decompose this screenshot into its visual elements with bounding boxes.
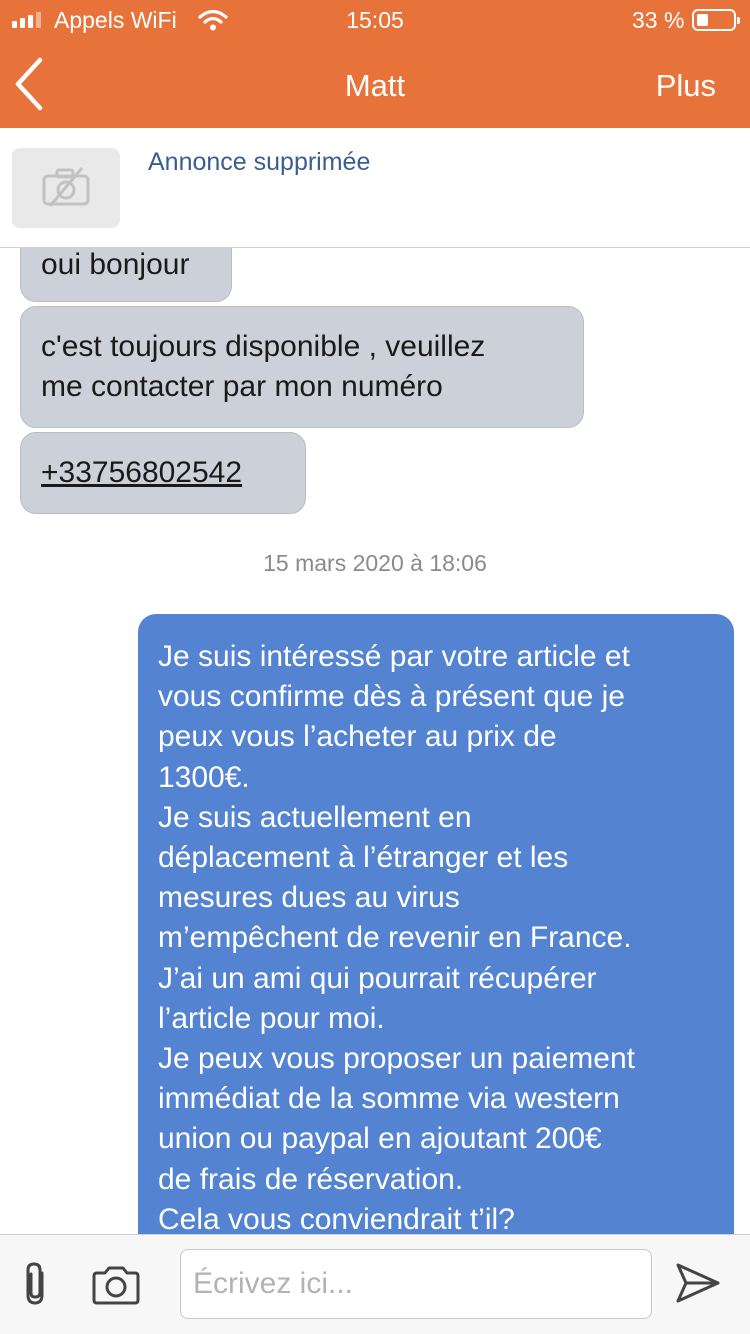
message-line: vous confirme dès à présent que je [158, 680, 625, 714]
battery-icon [692, 9, 740, 31]
paperclip-icon[interactable] [18, 1261, 54, 1312]
message-line: m’empêchent de revenir en France. [158, 921, 632, 955]
message-line: Je suis actuellement en [158, 800, 472, 834]
send-icon[interactable] [674, 1261, 722, 1310]
message-line: Je peux vous proposer un paiement [158, 1042, 635, 1076]
message-line: de frais de réservation. [158, 1162, 464, 1196]
ad-header[interactable]: Annonce supprimée [0, 128, 750, 248]
status-bar: Appels WiFi 15:05 33 % [0, 0, 750, 40]
message-input[interactable] [180, 1249, 652, 1319]
message-line: 1300€. [158, 760, 250, 794]
phone-number-link[interactable]: +33756802542 [41, 456, 242, 489]
message-text: c'est toujours disponible , veuillez [41, 330, 486, 363]
ad-title[interactable]: Annonce supprimée [148, 148, 370, 177]
message-line: mesures dues au virus [158, 881, 460, 915]
message-composer [0, 1234, 750, 1334]
message-line: immédiat de la somme via western [158, 1082, 620, 1116]
message-timestamp: 15 mars 2020 à 18:06 [263, 550, 487, 576]
nav-bar: Matt Plus [0, 40, 750, 128]
conversation-title: Matt [344, 68, 406, 103]
message-text: me contacter par mon numéro [41, 370, 443, 403]
message-line: déplacement à l’étranger et les [158, 841, 569, 875]
no-camera-icon [42, 167, 90, 207]
message-line: Cela vous conviendrait t’il? [158, 1202, 515, 1234]
outgoing-message: Je suis intéressé par votre article et v… [138, 614, 734, 1234]
incoming-message: +33756802542 [20, 432, 306, 514]
battery-percent: 33 % [632, 7, 685, 33]
message-line: peux vous l’acheter au prix de [158, 720, 557, 754]
message-line: Je suis intéressé par votre article et [158, 640, 630, 673]
top-bar: Appels WiFi 15:05 33 % Matt Plus [0, 0, 750, 128]
camera-icon[interactable] [90, 1265, 142, 1310]
incoming-message: oui bonjour [20, 248, 232, 302]
message-text: oui bonjour [41, 248, 190, 281]
message-list[interactable]: oui bonjour c'est toujours disponible , … [0, 248, 750, 1234]
ad-thumbnail [12, 148, 120, 228]
message-line: union ou paypal en ajoutant 200€ [158, 1122, 602, 1156]
incoming-message: c'est toujours disponible , veuillez me … [20, 306, 584, 428]
more-button[interactable]: Plus [656, 68, 716, 104]
message-line: l’article pour moi. [158, 1001, 385, 1035]
message-line: J’ai un ami qui pourrait récupérer [158, 961, 597, 995]
